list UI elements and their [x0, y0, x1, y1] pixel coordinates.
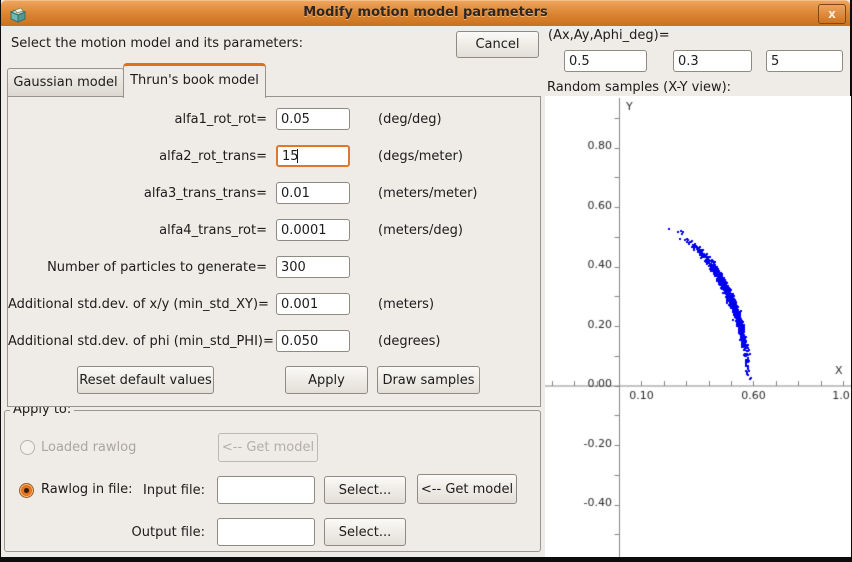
- min-std-xy-input[interactable]: [276, 293, 350, 315]
- alfa2-input[interactable]: [276, 145, 350, 167]
- instruction-label: Select the motion model and its paramete…: [11, 36, 303, 51]
- param-unit: (meters/deg): [378, 223, 463, 238]
- param-unit: (meters): [378, 297, 434, 312]
- select-input-button[interactable]: Select...: [324, 476, 406, 504]
- reset-defaults-button[interactable]: Reset default values: [77, 366, 214, 394]
- tab-thruns-book-model[interactable]: Thrun's book model: [123, 63, 266, 98]
- min-std-phi-input[interactable]: [276, 330, 350, 352]
- dialog-window: Modify motion model parameters x Select …: [1, 0, 850, 557]
- radio-loaded-rawlog: [20, 440, 35, 455]
- param-label: alfa3_trans_trans=: [8, 186, 267, 201]
- cancel-button[interactable]: Cancel: [456, 31, 539, 58]
- input-file-label: Input file:: [105, 483, 205, 498]
- output-file-label: Output file:: [105, 525, 205, 540]
- delta-label: (Ax,Ay,Aphi_deg)=: [548, 28, 670, 43]
- param-unit: (deg/deg): [378, 112, 442, 127]
- close-icon: x: [828, 7, 836, 21]
- close-button[interactable]: x: [818, 4, 846, 24]
- delta-aphi-input[interactable]: [766, 50, 843, 72]
- samples-view-label: Random samples (X-Y view):: [547, 80, 731, 95]
- get-model-file-button[interactable]: <-- Get model: [417, 474, 517, 504]
- alfa4-input[interactable]: [276, 219, 350, 241]
- param-label: alfa2_rot_trans=: [8, 149, 267, 164]
- param-label: alfa1_rot_rot=: [8, 112, 267, 127]
- samples-plot-canvas: [545, 96, 851, 557]
- param-unit: (degrees): [378, 334, 440, 349]
- radio-rawlog-in-file[interactable]: [19, 483, 34, 498]
- tab-gaussian-model[interactable]: Gaussian model: [7, 68, 124, 97]
- text-caret: [297, 149, 298, 163]
- alfa3-input[interactable]: [276, 182, 350, 204]
- params-panel: alfa1_rot_rot= (deg/deg) alfa2_rot_trans…: [7, 96, 541, 407]
- param-label: Additional std.dev. of phi (min_std_PHI)…: [8, 334, 267, 349]
- select-output-button[interactable]: Select...: [324, 518, 406, 546]
- delta-ay-input[interactable]: [673, 50, 752, 72]
- param-unit: (degs/meter): [378, 149, 463, 164]
- apply-button[interactable]: Apply: [285, 366, 368, 394]
- draw-samples-button[interactable]: Draw samples: [377, 366, 480, 394]
- param-label: Number of particles to generate=: [8, 260, 267, 275]
- window-title: Modify motion model parameters: [1, 5, 850, 20]
- num-particles-input[interactable]: [276, 256, 350, 278]
- output-file-field[interactable]: [217, 518, 315, 546]
- apply-to-group: Apply to: Loaded rawlog <-- Get model Ra…: [4, 410, 541, 552]
- get-model-loaded-button: <-- Get model: [218, 433, 318, 462]
- param-label: alfa4_trans_rot=: [8, 223, 267, 238]
- titlebar[interactable]: Modify motion model parameters x: [1, 0, 850, 26]
- input-file-field[interactable]: [217, 476, 315, 504]
- loaded-rawlog-label: Loaded rawlog: [41, 440, 136, 455]
- param-label: Additional std.dev. of x/y (min_std_XY)=: [8, 297, 267, 312]
- alfa1-input[interactable]: [276, 108, 350, 130]
- param-unit: (meters/meter): [378, 186, 478, 201]
- delta-ax-input[interactable]: [564, 50, 647, 72]
